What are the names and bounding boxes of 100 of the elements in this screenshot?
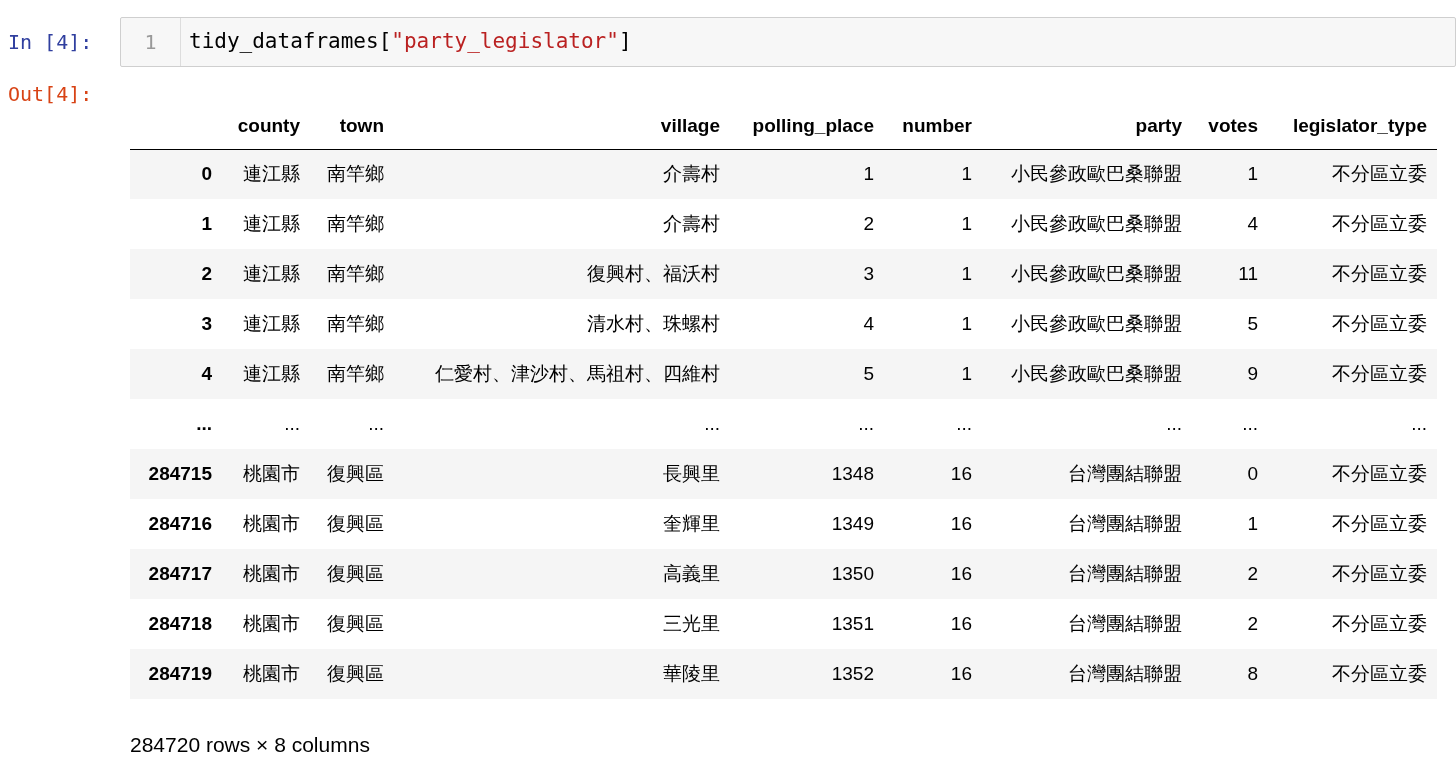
table-cell: ... <box>394 399 730 449</box>
table-cell: 桃園市 <box>222 649 310 699</box>
code-cell[interactable]: 1 tidy_dataframes["party_legislator"] <box>120 17 1456 67</box>
table-cell: 4 <box>730 299 884 349</box>
table-cell: 4 <box>1192 199 1268 249</box>
table-cell: 小民參政歐巴桑聯盟 <box>982 299 1192 349</box>
table-cell: 1349 <box>730 499 884 549</box>
table-summary: 284720 rows × 8 columns <box>130 733 370 756</box>
row-index: 284715 <box>130 449 222 499</box>
table-cell: 連江縣 <box>222 299 310 349</box>
column-header: party <box>982 103 1192 149</box>
table-cell: ... <box>884 399 982 449</box>
table-cell: 三光里 <box>394 599 730 649</box>
line-number: 1 <box>121 18 181 66</box>
table-cell: 不分區立委 <box>1268 299 1437 349</box>
table-cell: 桃園市 <box>222 549 310 599</box>
table-cell: 2 <box>1192 549 1268 599</box>
table-cell: 3 <box>730 249 884 299</box>
table-cell: 復興區 <box>310 549 394 599</box>
table-cell: 南竿鄉 <box>310 149 394 199</box>
table-cell: 1 <box>730 149 884 199</box>
table-cell: 1 <box>884 349 982 399</box>
table-cell: 南竿鄉 <box>310 299 394 349</box>
column-header: votes <box>1192 103 1268 149</box>
table-cell: 1 <box>884 199 982 249</box>
row-index: 3 <box>130 299 222 349</box>
output-prompt: Out[4]: <box>7 82 93 106</box>
table-cell: 桃園市 <box>222 499 310 549</box>
table-cell: 不分區立委 <box>1268 649 1437 699</box>
table-cell: 1348 <box>730 449 884 499</box>
table-cell: 1 <box>884 249 982 299</box>
table-cell: 不分區立委 <box>1268 499 1437 549</box>
table-cell: 不分區立委 <box>1268 549 1437 599</box>
row-index: 1 <box>130 199 222 249</box>
table-cell: 桃園市 <box>222 449 310 499</box>
table-cell: 2 <box>1192 599 1268 649</box>
column-header: legislator_type <box>1268 103 1437 149</box>
table-cell: 台灣團結聯盟 <box>982 449 1192 499</box>
table-cell: 介壽村 <box>394 199 730 249</box>
table-cell: 5 <box>730 349 884 399</box>
table-cell: 16 <box>884 549 982 599</box>
table-cell: 復興村、福沃村 <box>394 249 730 299</box>
row-index: 284716 <box>130 499 222 549</box>
column-header: county <box>222 103 310 149</box>
table-cell: ... <box>1192 399 1268 449</box>
table-cell: 1350 <box>730 549 884 599</box>
table-cell: 0 <box>1192 449 1268 499</box>
table-cell: ... <box>982 399 1192 449</box>
table-cell: 仁愛村、津沙村、馬祖村、四維村 <box>394 349 730 399</box>
table-cell: 9 <box>1192 349 1268 399</box>
row-index: 284719 <box>130 649 222 699</box>
table-cell: 台灣團結聯盟 <box>982 649 1192 699</box>
table-cell: 5 <box>1192 299 1268 349</box>
table-cell: 連江縣 <box>222 249 310 299</box>
table-cell: ... <box>310 399 394 449</box>
table-cell: 復興區 <box>310 599 394 649</box>
table-cell: 南竿鄉 <box>310 199 394 249</box>
table-cell: 16 <box>884 649 982 699</box>
table-cell: 16 <box>884 599 982 649</box>
table-cell: 不分區立委 <box>1268 199 1437 249</box>
table-cell: 復興區 <box>310 499 394 549</box>
row-index: 2 <box>130 249 222 299</box>
table-cell: 16 <box>884 449 982 499</box>
table-cell: 台灣團結聯盟 <box>982 599 1192 649</box>
input-prompt: In [4]: <box>7 29 94 56</box>
table-cell: 連江縣 <box>222 199 310 249</box>
row-index: 284718 <box>130 599 222 649</box>
table-cell: 1 <box>884 299 982 349</box>
code-line: tidy_dataframes["party_legislator"] <box>188 28 632 56</box>
table-cell: 清水村、珠螺村 <box>394 299 730 349</box>
table-cell: 南竿鄉 <box>310 249 394 299</box>
table-cell: 華陵里 <box>394 649 730 699</box>
table-cell: 介壽村 <box>394 149 730 199</box>
table-cell: 復興區 <box>310 449 394 499</box>
column-header: village <box>394 103 730 149</box>
table-cell: 8 <box>1192 649 1268 699</box>
table-cell: 復興區 <box>310 649 394 699</box>
table-cell: 不分區立委 <box>1268 599 1437 649</box>
row-index: 284717 <box>130 549 222 599</box>
table-cell: 奎輝里 <box>394 499 730 549</box>
table-cell: 連江縣 <box>222 349 310 399</box>
table-cell: 1 <box>1192 499 1268 549</box>
table-cell: 南竿鄉 <box>310 349 394 399</box>
table-cell: 小民參政歐巴桑聯盟 <box>982 249 1192 299</box>
column-header: number <box>884 103 982 149</box>
table-cell: 台灣團結聯盟 <box>982 499 1192 549</box>
column-header: polling_place <box>730 103 884 149</box>
table-cell: ... <box>730 399 884 449</box>
table-cell: 1352 <box>730 649 884 699</box>
table-cell: 長興里 <box>394 449 730 499</box>
table-cell: 不分區立委 <box>1268 249 1437 299</box>
table-cell: 不分區立委 <box>1268 449 1437 499</box>
column-header: town <box>310 103 394 149</box>
table-cell: 台灣團結聯盟 <box>982 549 1192 599</box>
table-cell: 小民參政歐巴桑聯盟 <box>982 349 1192 399</box>
row-index: ... <box>130 399 222 449</box>
table-cell: ... <box>1268 399 1437 449</box>
table-cell: 1 <box>884 149 982 199</box>
table-cell: ... <box>222 399 310 449</box>
table-cell: 1351 <box>730 599 884 649</box>
